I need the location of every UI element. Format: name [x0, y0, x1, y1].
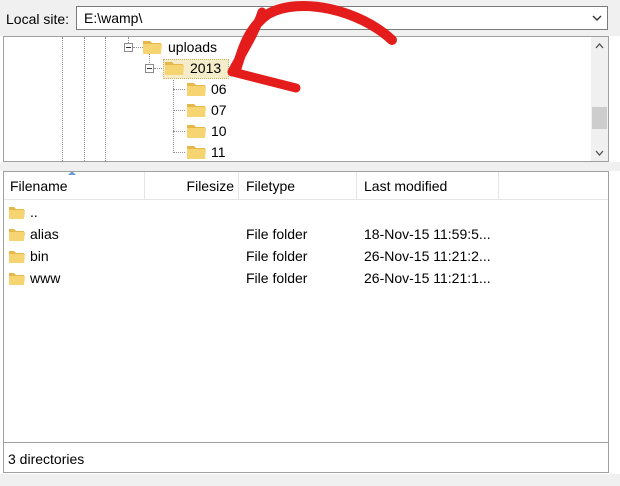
tree-item-07[interactable]: 07 [211, 102, 227, 118]
collapse-2013-icon[interactable] [145, 64, 154, 73]
bottom-strip [0, 474, 620, 486]
header-divider [4, 199, 608, 200]
file-name[interactable]: alias [30, 226, 59, 242]
column-header-filename-label: Filename [10, 178, 68, 194]
tree-item-10[interactable]: 10 [211, 123, 227, 139]
column-header-last-modified-label: Last modified [364, 178, 448, 194]
folder-icon [8, 249, 26, 268]
tree-connector [173, 110, 185, 111]
file-modified: 26-Nov-15 11:21:2... [364, 248, 491, 264]
file-modified: 18-Nov-15 11:59:5... [364, 226, 491, 242]
directory-tree[interactable]: uploads 2013 06 07 10 11 [3, 36, 609, 162]
scroll-thumb[interactable] [592, 107, 607, 129]
column-header-filesize-label: Filesize [186, 178, 234, 194]
tree-guide-line [105, 37, 106, 161]
sort-ascending-icon [68, 172, 76, 175]
column-header-filetype[interactable]: Filetype [239, 172, 357, 199]
file-type: File folder [246, 226, 308, 242]
file-list[interactable]: Filename Filesize Filetype Last modified… [3, 171, 609, 443]
folder-icon [186, 80, 208, 101]
tree-connector [173, 152, 185, 153]
folder-icon [142, 38, 164, 59]
local-site-label: Local site: [6, 11, 70, 27]
tree-vertical-scrollbar[interactable] [591, 37, 608, 161]
tree-guide-line [173, 75, 174, 153]
file-name[interactable]: www [30, 270, 60, 286]
folder-icon [186, 101, 208, 122]
tree-guide-line [62, 37, 63, 161]
tree-item-11[interactable]: 11 [211, 144, 226, 160]
file-type: File folder [246, 270, 308, 286]
status-bar: 3 directories [3, 443, 609, 473]
tree-item-2013[interactable]: 2013 [190, 60, 221, 76]
tree-item-06[interactable]: 06 [211, 81, 227, 97]
folder-icon [8, 205, 26, 224]
column-header-filesize[interactable]: Filesize [145, 172, 239, 199]
file-name[interactable]: bin [30, 248, 49, 264]
column-header-filename[interactable]: Filename [4, 172, 145, 199]
folder-icon [164, 59, 186, 80]
collapse-uploads-icon[interactable] [124, 43, 133, 52]
local-site-bar: Local site: E:\wamp\ [0, 0, 620, 36]
folder-icon [8, 227, 26, 246]
pane-splitter[interactable] [0, 162, 620, 171]
column-header-filetype-label: Filetype [246, 178, 296, 194]
column-header-last-modified[interactable]: Last modified [357, 172, 499, 199]
file-name[interactable]: .. [30, 204, 38, 220]
tree-item-uploads[interactable]: uploads [168, 39, 217, 55]
folder-icon [186, 122, 208, 143]
local-site-path-input[interactable]: E:\wamp\ [76, 6, 608, 30]
file-row[interactable]: bin File folder 26-Nov-15 11:21:2... [4, 246, 608, 268]
file-type: File folder [246, 248, 308, 264]
local-site-path-value[interactable]: E:\wamp\ [84, 10, 142, 26]
dropdown-chevron-icon[interactable] [587, 7, 607, 29]
status-text: 3 directories [8, 451, 85, 467]
folder-icon [8, 271, 26, 290]
scroll-up-icon[interactable] [591, 37, 608, 54]
file-row[interactable]: www File folder 26-Nov-15 11:21:1... [4, 268, 608, 290]
folder-icon [186, 143, 208, 161]
file-row[interactable]: .. [4, 202, 608, 224]
scroll-down-icon[interactable] [591, 144, 608, 161]
tree-connector [173, 131, 185, 132]
tree-guide-line [84, 37, 85, 161]
file-modified: 26-Nov-15 11:21:1... [364, 270, 491, 286]
file-row[interactable]: alias File folder 18-Nov-15 11:59:5... [4, 224, 608, 246]
tree-connector [173, 89, 185, 90]
